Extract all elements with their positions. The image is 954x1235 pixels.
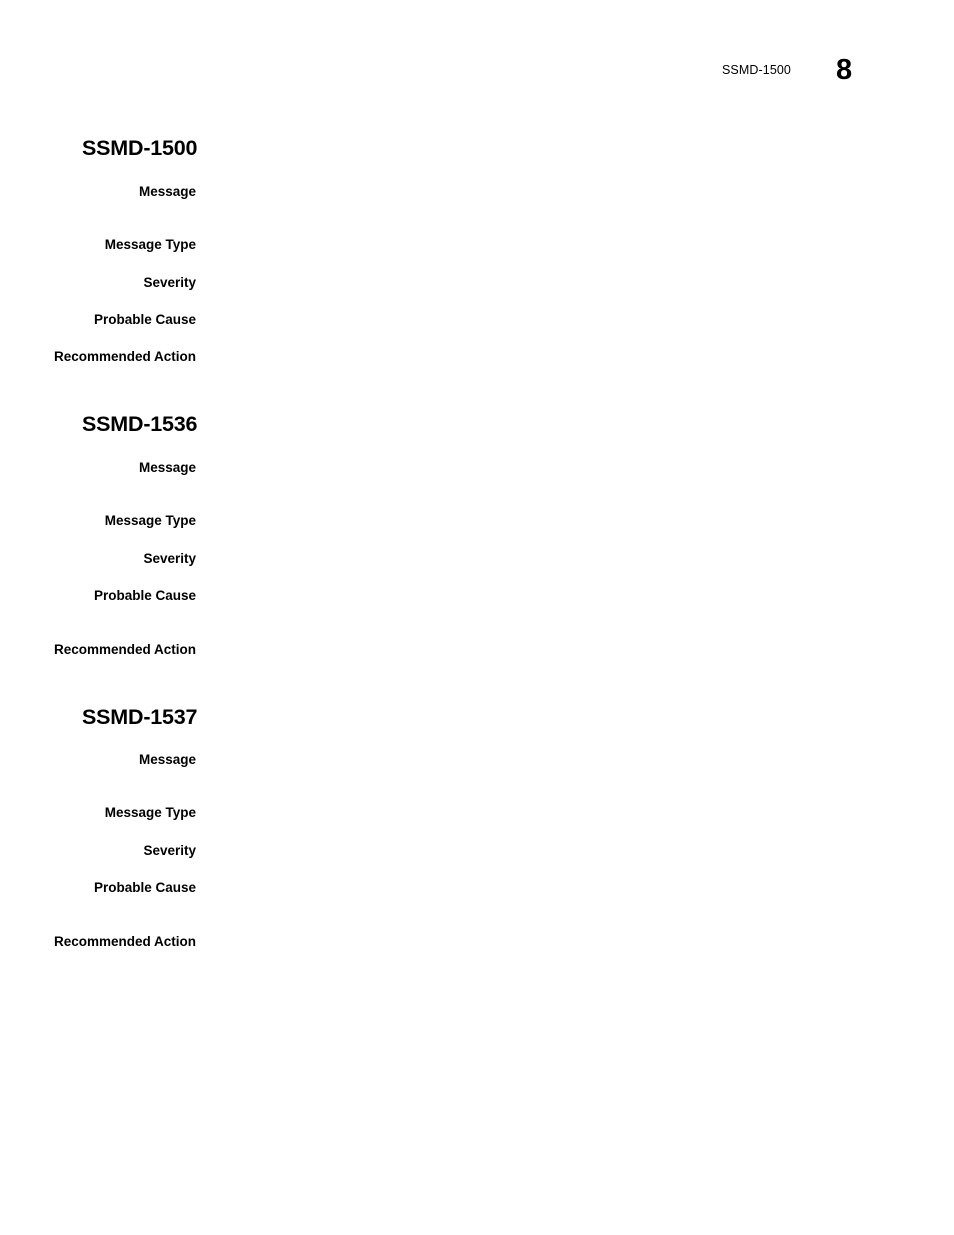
section-heading: SSMD-1536 [82, 412, 198, 436]
field-value [214, 878, 904, 897]
section-heading: SSMD-1500 [82, 136, 198, 160]
field-label: Message Type [104, 805, 196, 820]
field-value [214, 750, 904, 769]
field-value [214, 932, 904, 951]
field-label: Message [138, 184, 196, 199]
field-value [214, 273, 904, 292]
field-value [214, 347, 904, 366]
field-value [214, 841, 904, 860]
header-chapter-title: SSMD-1500 [722, 63, 791, 77]
field-label: Severity [143, 551, 196, 566]
field-label: Probable Cause [93, 588, 196, 603]
field-label: Recommended Action [53, 642, 196, 657]
field-value [214, 803, 904, 822]
field-label: Message [138, 752, 196, 767]
field-value [214, 310, 904, 329]
field-label: Probable Cause [93, 312, 196, 327]
field-value [214, 586, 904, 605]
field-label: Message [138, 460, 196, 475]
section-heading: SSMD-1537 [82, 705, 198, 729]
field-value [214, 235, 904, 254]
field-value [214, 640, 904, 659]
page-header: SSMD-1500 8 [0, 0, 954, 110]
field-value [214, 511, 904, 530]
field-value [214, 182, 904, 201]
field-label: Message Type [104, 513, 196, 528]
field-label: Severity [143, 275, 196, 290]
field-label: Severity [143, 843, 196, 858]
field-label: Message Type [104, 237, 196, 252]
document-page: SSMD-1500 8 SSMD-1500 Message Message Type… [0, 0, 954, 1235]
field-value [214, 549, 904, 568]
field-value [214, 458, 904, 477]
page-number: 8 [836, 54, 853, 86]
field-label: Probable Cause [93, 880, 196, 895]
field-label: Recommended Action [53, 349, 196, 364]
field-label: Recommended Action [53, 934, 196, 949]
